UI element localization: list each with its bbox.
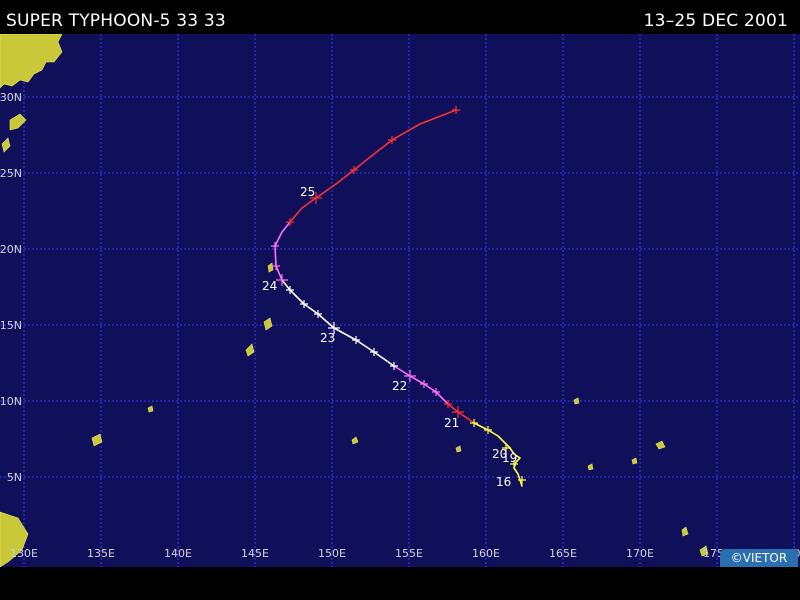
day-label-23: 23 [320,331,335,345]
lon-label-170e: 170E [626,547,654,560]
lat-label-5n: 5N [7,471,22,484]
credit-badge: ©VIETOR [720,549,798,567]
lat-label-20n: 20N [0,243,22,256]
header-bar: SUPER TYPHOON-5 33 33 13–25 DEC 2001 [0,0,800,34]
day-label-22: 22 [392,379,407,393]
lat-label-15n: 15N [0,319,22,332]
lon-label-160e: 160E [472,547,500,560]
lon-label-135e: 135E [87,547,115,560]
lon-label-140e: 140E [164,547,192,560]
date-range: 13–25 DEC 2001 [643,11,788,31]
lat-label-10n: 10N [0,395,22,408]
ocean-background [0,34,800,567]
lon-label-145e: 145E [241,547,269,560]
storm-title: SUPER TYPHOON-5 33 33 [6,11,226,31]
day-label-24: 24 [262,279,277,293]
day-label-25: 25 [300,185,315,199]
lon-label-150e: 150E [318,547,346,560]
lon-label-130e: 130E [10,547,38,560]
track-map: 5N 10N 15N 20N 25N 30N 130E 135E 140E 14… [0,34,800,567]
lat-label-30n: 30N [0,91,22,104]
lon-label-165e: 165E [549,547,577,560]
footer-bar [0,567,800,600]
day-label-21: 21 [444,416,459,430]
day-label-16: 16 [496,475,511,489]
day-label-20: 20 [492,447,507,461]
lon-label-155e: 155E [395,547,423,560]
lat-label-25n: 25N [0,167,22,180]
